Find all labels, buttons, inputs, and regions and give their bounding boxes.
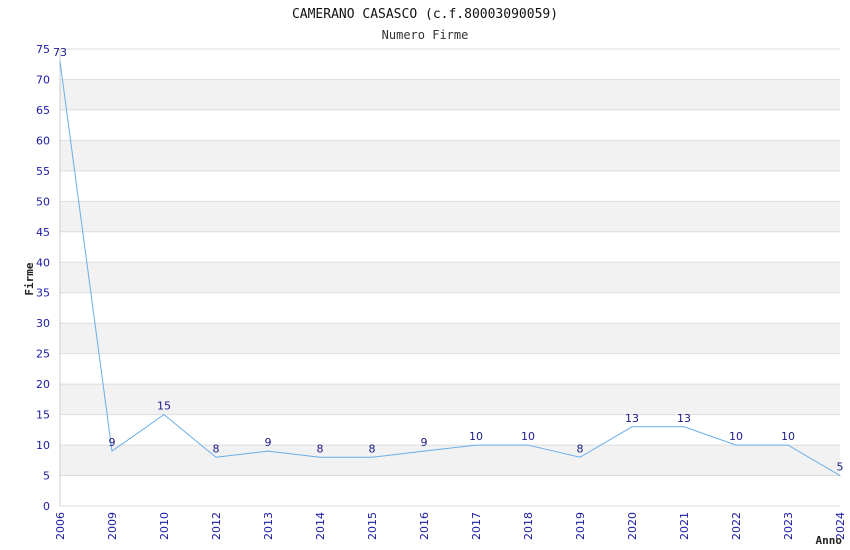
x-axis-ticks: 2006 2009 2010 2012 2013 2014 2015 2016 2017 2018… bbox=[54, 512, 847, 540]
data-point bbox=[163, 414, 165, 416]
data-point bbox=[423, 450, 425, 452]
x-tick-label: 2014 bbox=[314, 512, 327, 540]
data-point bbox=[371, 456, 373, 458]
x-tick-label: 2013 bbox=[262, 512, 275, 540]
data-point bbox=[59, 60, 61, 62]
data-label: 13 bbox=[625, 412, 639, 425]
data-label: 10 bbox=[521, 430, 535, 443]
y-tick-label: 25 bbox=[36, 348, 50, 361]
data-label: 5 bbox=[837, 461, 844, 474]
data-label: 8 bbox=[577, 442, 584, 455]
grid-band bbox=[60, 109, 840, 141]
data-point bbox=[839, 475, 841, 477]
data-point bbox=[475, 444, 477, 446]
data-label: 8 bbox=[317, 442, 324, 455]
data-label: 8 bbox=[213, 442, 220, 455]
x-tick-label: 2021 bbox=[678, 512, 691, 540]
grid-band bbox=[60, 262, 840, 293]
y-tick-label: 15 bbox=[36, 409, 50, 422]
y-axis-ticks: 0 5 10 15 20 25 30 35 40 45 50 55 60 65 70 75 bbox=[36, 43, 50, 513]
y-tick-label: 0 bbox=[43, 500, 50, 513]
grid-band bbox=[60, 170, 840, 202]
data-point bbox=[267, 450, 269, 452]
x-tick-label: 2023 bbox=[782, 512, 795, 540]
grid-band bbox=[60, 140, 840, 171]
grid-band bbox=[60, 201, 840, 232]
data-label: 9 bbox=[265, 436, 272, 449]
data-point bbox=[111, 450, 113, 452]
data-point bbox=[735, 444, 737, 446]
data-label: 9 bbox=[421, 436, 428, 449]
grid-band bbox=[60, 384, 840, 415]
data-label: 8 bbox=[369, 442, 376, 455]
y-tick-label: 30 bbox=[36, 317, 50, 330]
y-tick-label: 60 bbox=[36, 134, 50, 147]
y-tick-label: 50 bbox=[36, 195, 50, 208]
x-tick-label: 2017 bbox=[470, 512, 483, 540]
x-tick-label: 2018 bbox=[522, 512, 535, 540]
y-tick-label: 55 bbox=[36, 165, 50, 178]
line-chart: CAMERANO CASASCO (c.f.80003090059) Numer… bbox=[23, 7, 847, 547]
x-tick-label: 2010 bbox=[158, 512, 171, 540]
x-tick-label: 2015 bbox=[366, 512, 379, 540]
grid-band bbox=[60, 323, 840, 354]
data-point bbox=[787, 444, 789, 446]
x-tick-label: 2009 bbox=[106, 512, 119, 540]
grid-band bbox=[60, 292, 840, 324]
x-tick-label: 2012 bbox=[210, 512, 223, 540]
y-tick-label: 45 bbox=[36, 226, 50, 239]
data-label: 10 bbox=[729, 430, 743, 443]
data-label: 10 bbox=[781, 430, 795, 443]
data-label: 15 bbox=[157, 400, 171, 413]
y-tick-label: 40 bbox=[36, 256, 50, 269]
x-tick-label: 2020 bbox=[626, 512, 639, 540]
y-tick-label: 5 bbox=[43, 470, 50, 483]
data-point bbox=[319, 456, 321, 458]
grid-band bbox=[60, 445, 840, 476]
grid-band bbox=[60, 79, 840, 110]
grid-band bbox=[60, 231, 840, 263]
y-tick-label: 35 bbox=[36, 287, 50, 300]
grid-band bbox=[60, 475, 840, 506]
chart-title: CAMERANO CASASCO (c.f.80003090059) bbox=[292, 7, 558, 22]
data-point bbox=[683, 426, 685, 428]
x-tick-label: 2006 bbox=[54, 512, 67, 540]
x-tick-label: 2019 bbox=[574, 512, 587, 540]
data-point bbox=[215, 456, 217, 458]
data-label: 13 bbox=[677, 412, 691, 425]
data-point bbox=[527, 444, 529, 446]
grid-band bbox=[60, 353, 840, 385]
y-tick-label: 75 bbox=[36, 43, 50, 56]
grid-band bbox=[60, 49, 840, 80]
x-tick-label: 2016 bbox=[418, 512, 431, 540]
y-tick-label: 10 bbox=[36, 439, 50, 452]
data-label: 73 bbox=[53, 46, 67, 59]
plot-background bbox=[60, 49, 840, 506]
data-label: 9 bbox=[109, 436, 116, 449]
data-point bbox=[579, 456, 581, 458]
y-tick-label: 65 bbox=[36, 104, 50, 117]
y-tick-label: 70 bbox=[36, 73, 50, 86]
data-label: 10 bbox=[469, 430, 483, 443]
y-tick-label: 20 bbox=[36, 378, 50, 391]
x-tick-label: 2022 bbox=[730, 512, 743, 540]
y-axis-label: Firme bbox=[23, 262, 36, 295]
chart-subtitle: Numero Firme bbox=[382, 28, 469, 42]
x-axis-label: Anno bbox=[816, 534, 843, 547]
data-point bbox=[631, 426, 633, 428]
